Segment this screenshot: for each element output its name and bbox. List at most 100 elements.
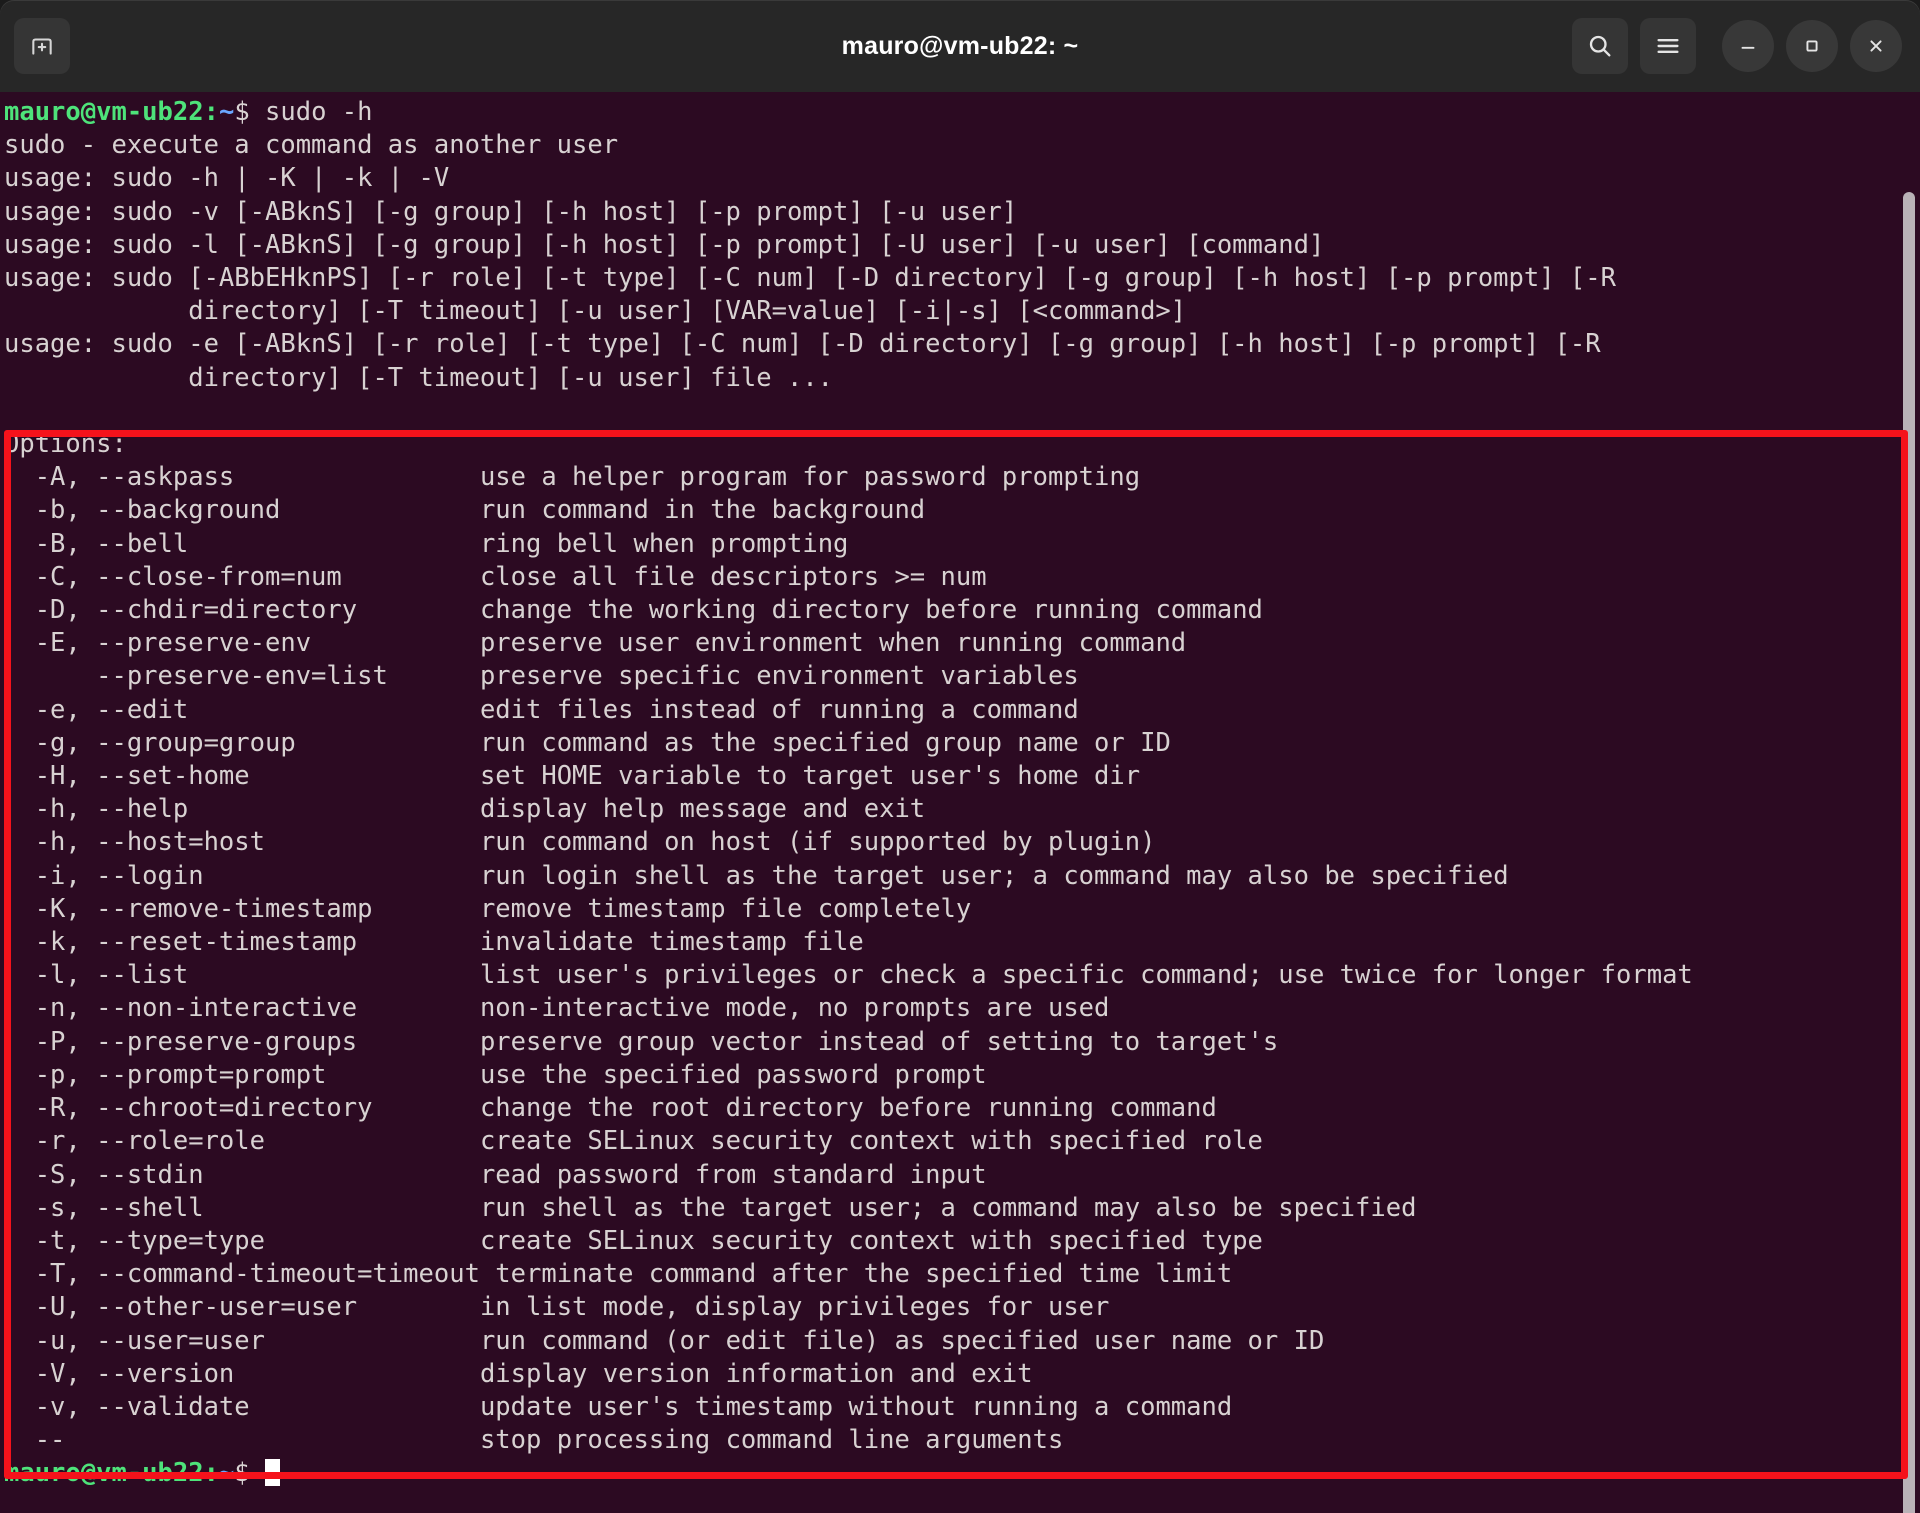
output-line: usage: sudo -v [-ABknS] [-g group] [-h h…	[4, 196, 1693, 229]
option-flags: -D, --chdir=directory	[4, 595, 357, 625]
option-gap	[188, 529, 480, 559]
new-tab-icon	[29, 33, 55, 59]
option-gap	[188, 960, 480, 990]
option-description: terminate command after the specified ti…	[495, 1259, 1232, 1289]
option-description: in list mode, display privileges for use…	[480, 1292, 1109, 1322]
option-gap	[204, 1193, 480, 1223]
option-flags: --preserve-env=list	[4, 661, 388, 691]
option-row: -h, --help display help message and exit	[4, 793, 1693, 826]
option-row: -C, --close-from=num close all file desc…	[4, 561, 1693, 594]
option-gap	[265, 1226, 480, 1256]
option-description: close all file descriptors >= num	[480, 562, 987, 592]
option-flags: -k, --reset-timestamp	[4, 927, 357, 957]
option-row: -U, --other-user=user in list mode, disp…	[4, 1291, 1693, 1324]
option-flags: -r, --role=role	[4, 1126, 265, 1156]
option-gap	[204, 1160, 480, 1190]
command-line: mauro@vm-ub22:~$ sudo -h	[4, 96, 1693, 129]
close-button[interactable]	[1850, 20, 1902, 72]
prompt-separator: :	[204, 97, 219, 127]
final-prompt-separator: :	[204, 1458, 219, 1488]
terminal-screen[interactable]: mauro@vm-ub22:~$ sudo -h sudo - execute …	[0, 92, 1920, 1513]
prompt-dollar: $	[234, 97, 249, 127]
option-description: run command on host (if supported by plu…	[480, 827, 1156, 857]
maximize-button[interactable]	[1786, 20, 1838, 72]
option-gap	[342, 562, 480, 592]
output-line: usage: sudo -l [-ABknS] [-g group] [-h h…	[4, 229, 1693, 262]
minimize-icon	[1737, 35, 1759, 57]
option-row: -g, --group=group run command as the spe…	[4, 727, 1693, 760]
menu-button[interactable]	[1640, 18, 1696, 74]
option-row: -p, --prompt=prompt use the specified pa…	[4, 1059, 1693, 1092]
option-description: run command (or edit file) as specified …	[480, 1326, 1324, 1356]
option-flags: -H, --set-home	[4, 761, 250, 791]
option-flags: -T, --command-timeout=timeout	[4, 1259, 480, 1289]
output-line: directory] [-T timeout] [-u user] file .…	[4, 362, 1693, 395]
option-row: -D, --chdir=directory change the working…	[4, 594, 1693, 627]
option-description: read password from standard input	[480, 1160, 987, 1190]
scrollbar-track[interactable]	[1898, 184, 1920, 1513]
option-description: stop processing command line arguments	[480, 1425, 1063, 1455]
option-flags: -U, --other-user=user	[4, 1292, 357, 1322]
option-row: -n, --non-interactive non-interactive mo…	[4, 992, 1693, 1025]
option-flags: -P, --preserve-groups	[4, 1027, 357, 1057]
output-line: directory] [-T timeout] [-u user] [VAR=v…	[4, 295, 1693, 328]
option-row: -P, --preserve-groups preserve group vec…	[4, 1026, 1693, 1059]
option-description: create SELinux security context with spe…	[480, 1226, 1263, 1256]
option-gap	[357, 1027, 480, 1057]
option-row: -A, --askpass use a helper program for p…	[4, 461, 1693, 494]
option-flags: -R, --chroot=directory	[4, 1093, 372, 1123]
option-description: non-interactive mode, no prompts are use…	[480, 993, 1109, 1023]
option-description: run command as the specified group name …	[480, 728, 1171, 758]
option-gap	[357, 1292, 480, 1322]
option-flags: -C, --close-from=num	[4, 562, 342, 592]
scrollbar-thumb[interactable]	[1903, 192, 1915, 1513]
option-gap	[234, 462, 480, 492]
options-list: -A, --askpass use a helper program for p…	[4, 461, 1693, 1457]
option-description: preserve user environment when running c…	[480, 628, 1186, 658]
option-gap	[280, 495, 480, 525]
final-prompt-path: ~	[219, 1458, 234, 1488]
option-row: -r, --role=role create SELinux security …	[4, 1125, 1693, 1158]
option-row: -R, --chroot=directory change the root d…	[4, 1092, 1693, 1125]
option-description: use the specified password prompt	[480, 1060, 987, 1090]
final-prompt-line: mauro@vm-ub22:~$	[4, 1457, 1693, 1490]
option-description: change the root directory before running…	[480, 1093, 1217, 1123]
option-gap	[265, 1126, 480, 1156]
new-tab-button[interactable]	[14, 18, 70, 74]
option-description: edit files instead of running a command	[480, 695, 1079, 725]
option-row: -K, --remove-timestamp remove timestamp …	[4, 893, 1693, 926]
option-gap	[234, 1359, 480, 1389]
output-line: usage: sudo -e [-ABknS] [-r role] [-t ty…	[4, 328, 1693, 361]
option-row: -k, --reset-timestamp invalidate timesta…	[4, 926, 1693, 959]
option-description: create SELinux security context with spe…	[480, 1126, 1263, 1156]
option-row: -E, --preserve-env preserve user environ…	[4, 627, 1693, 660]
option-flags: -v, --validate	[4, 1392, 250, 1422]
option-gap	[65, 1425, 480, 1455]
option-gap	[250, 761, 480, 791]
option-row: -e, --edit edit files instead of running…	[4, 694, 1693, 727]
minimize-button[interactable]	[1722, 20, 1774, 72]
search-button[interactable]	[1572, 18, 1628, 74]
option-flags: -h, --host=host	[4, 827, 265, 857]
text-cursor	[265, 1459, 280, 1486]
final-prompt-user-host: mauro@vm-ub22	[4, 1458, 204, 1488]
option-description: update user's timestamp without running …	[480, 1392, 1232, 1422]
option-row: -V, --version display version informatio…	[4, 1358, 1693, 1391]
option-description: preserve group vector instead of setting…	[480, 1027, 1278, 1057]
option-description: ring bell when prompting	[480, 529, 848, 559]
option-row: -u, --user=user run command (or edit fil…	[4, 1325, 1693, 1358]
hamburger-menu-icon	[1654, 32, 1682, 60]
option-gap	[357, 927, 480, 957]
option-flags: -E, --preserve-env	[4, 628, 311, 658]
option-description: run shell as the target user; a command …	[480, 1193, 1417, 1223]
option-gap	[388, 661, 480, 691]
search-icon	[1586, 32, 1614, 60]
option-flags: -K, --remove-timestamp	[4, 894, 372, 924]
option-description: set HOME variable to target user's home …	[480, 761, 1140, 791]
option-description: preserve specific environment variables	[480, 661, 1079, 691]
option-flags: -g, --group=group	[4, 728, 296, 758]
prompt-user-host: mauro@vm-ub22	[4, 97, 204, 127]
option-description: display help message and exit	[480, 794, 925, 824]
option-flags: -S, --stdin	[4, 1160, 204, 1190]
option-flags: -l, --list	[4, 960, 188, 990]
